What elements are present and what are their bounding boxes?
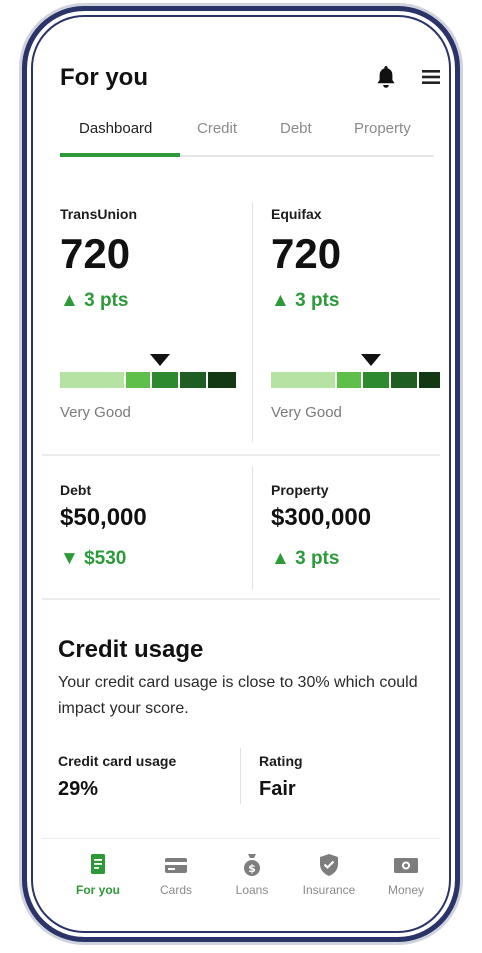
- gauge-segment: [271, 372, 335, 388]
- debt-value: $50,000: [60, 504, 147, 531]
- nav-label: Cards: [159, 883, 192, 897]
- nav-label: Money: [387, 883, 425, 897]
- score-gauge: [60, 372, 236, 388]
- credit-usage-title: Credit usage: [58, 636, 204, 663]
- arrow-up-icon: ▲: [271, 290, 290, 311]
- usage-divider: [240, 748, 241, 804]
- gauge-segment: [337, 372, 361, 388]
- bureau-name: TransUnion: [60, 206, 138, 222]
- debt-change: ▼ $530: [60, 548, 126, 570]
- nav-for-you[interactable]: For you: [58, 853, 138, 897]
- debt-label: Debt: [60, 482, 92, 498]
- app-screen: For you Dashboard Credit Debt Property T…: [42, 26, 440, 919]
- score-change-value: 3 pts: [295, 290, 340, 311]
- credit-score: 720: [60, 230, 131, 277]
- gauge-segment: [60, 372, 124, 388]
- tab-active-indicator: [60, 153, 180, 157]
- nav-money[interactable]: Money: [366, 853, 440, 897]
- property-change: ▲ 3 pts: [271, 548, 339, 570]
- tab-dashboard[interactable]: Dashboard: [79, 120, 152, 137]
- nav-cards[interactable]: Cards: [136, 853, 216, 897]
- nav-label: Insurance: [302, 883, 356, 897]
- hamburger-menu-icon[interactable]: [420, 68, 440, 86]
- tab-property[interactable]: Property: [354, 120, 411, 137]
- document-icon: [91, 854, 105, 874]
- bell-icon[interactable]: [374, 64, 398, 90]
- credit-usage-description: Your credit card usage is close to 30% w…: [58, 674, 418, 717]
- rating-value: Fair: [259, 778, 296, 800]
- credit-usage-section[interactable]: Credit usage Your credit card usage is c…: [58, 610, 438, 830]
- gauge-segment: [180, 372, 206, 388]
- property-change-value: 3 pts: [295, 548, 340, 569]
- score-change-value: 3 pts: [84, 290, 129, 311]
- nav-loans[interactable]: $ Loans: [212, 853, 292, 897]
- arrow-up-icon: ▲: [271, 548, 290, 569]
- property-label: Property: [271, 482, 329, 498]
- score-change: ▲ 3 pts: [60, 290, 128, 312]
- score-change: ▲ 3 pts: [271, 290, 339, 312]
- property-value: $300,000: [271, 504, 372, 531]
- section-divider: [42, 454, 440, 456]
- gauge-segment: [208, 372, 236, 388]
- credit-card-icon: [165, 858, 187, 873]
- property-card[interactable]: Property $300,000 ▲ 3 pts: [271, 476, 440, 586]
- gauge-segment: [152, 372, 178, 388]
- bureau-name: Equifax: [271, 206, 322, 222]
- arrow-down-icon: ▼: [60, 548, 79, 569]
- score-divider: [252, 202, 253, 442]
- bottom-nav: For you Cards $ Loans Insurance Money: [42, 838, 440, 919]
- section-divider: [42, 598, 440, 600]
- gauge-pointer-icon: [361, 354, 381, 366]
- page-title: For you: [60, 64, 148, 91]
- score-gauge: [271, 372, 440, 388]
- nav-label: For you: [76, 883, 120, 897]
- credit-score: 720: [271, 230, 342, 277]
- nav-insurance[interactable]: Insurance: [289, 853, 369, 897]
- cash-icon: [394, 858, 418, 873]
- score-rating: Very Good: [271, 404, 342, 421]
- shield-check-icon: [320, 854, 338, 876]
- tab-credit[interactable]: Credit: [197, 120, 237, 137]
- gauge-segment: [391, 372, 417, 388]
- gauge-segment: [419, 372, 440, 388]
- money-bag-icon: $: [244, 854, 260, 876]
- rating-label: Rating: [259, 753, 303, 769]
- gauge-segment: [126, 372, 150, 388]
- score-rating: Very Good: [60, 404, 131, 421]
- gauge-segment: [363, 372, 389, 388]
- svg-text:$: $: [248, 862, 256, 875]
- gauge-pointer-icon: [150, 354, 170, 366]
- tab-bar: Dashboard Credit Debt Property: [42, 118, 440, 160]
- usage-label: Credit card usage: [58, 753, 177, 769]
- transunion-card[interactable]: TransUnion 720 ▲ 3 pts Very Good: [60, 198, 246, 444]
- summary-divider: [252, 466, 253, 590]
- tab-debt[interactable]: Debt: [280, 120, 312, 137]
- debt-change-value: $530: [84, 548, 127, 569]
- usage-value: 29%: [58, 778, 99, 800]
- debt-card[interactable]: Debt $50,000 ▼ $530: [60, 476, 246, 586]
- arrow-up-icon: ▲: [60, 290, 79, 311]
- equifax-card[interactable]: Equifax 720 ▲ 3 pts Very Good: [271, 198, 440, 444]
- nav-label: Loans: [235, 883, 269, 897]
